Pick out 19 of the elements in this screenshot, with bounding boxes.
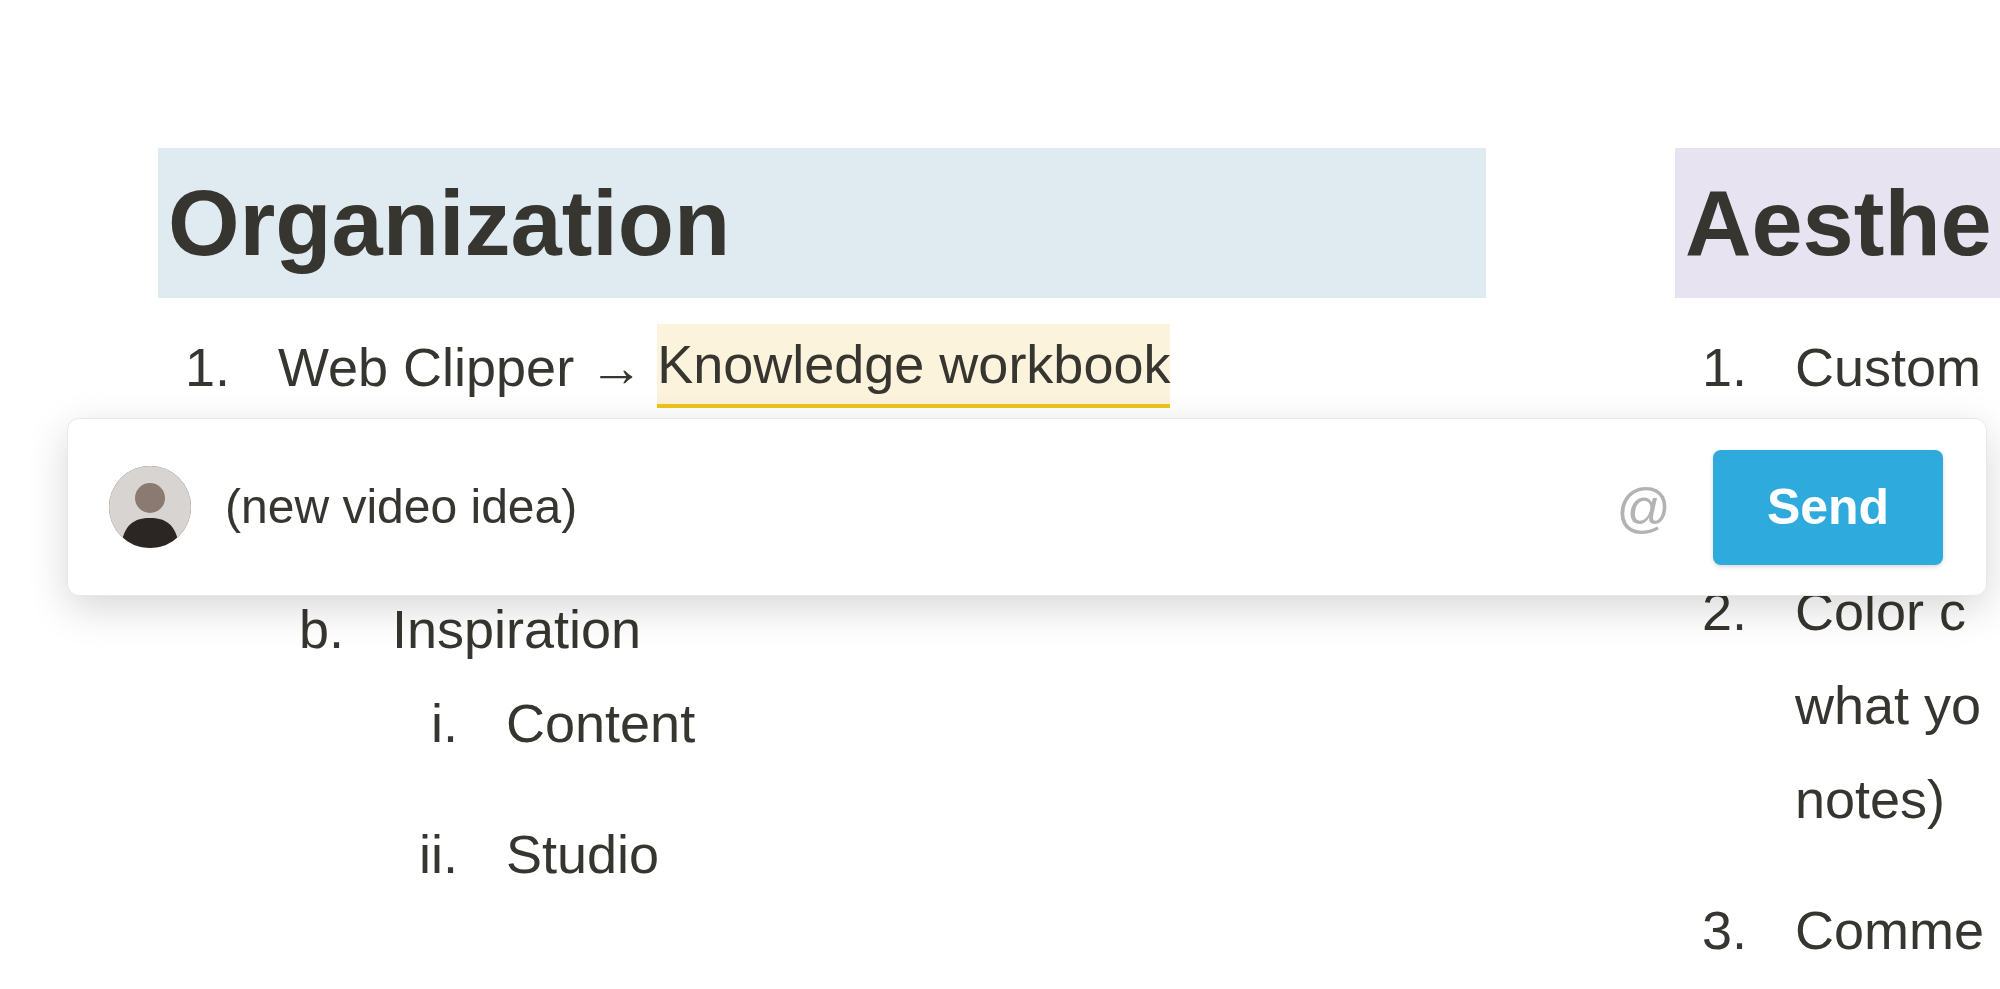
section-heading: Organization — [158, 148, 1486, 298]
list-item-text: Comme — [1795, 899, 1985, 962]
list-item-text: Studio — [506, 823, 660, 886]
list-item-text: what yo — [1795, 674, 1982, 737]
comment-box[interactable]: (new video idea) @ Send — [67, 418, 1987, 596]
list-item-text: Content — [506, 692, 696, 755]
section-heading: Aesthe — [1675, 148, 2000, 298]
list-item-text: Inspiration — [392, 598, 642, 661]
list-marker: b. — [297, 598, 344, 661]
list-marker: 3. — [1700, 899, 1747, 962]
highlighted-text: Knowledge workbook — [657, 324, 1171, 408]
list-item-text: Custom — [1795, 336, 1982, 399]
comment-input-field[interactable]: (new video idea) — [225, 471, 1617, 543]
list-item-text: Web Clipper → — [278, 336, 644, 399]
list-marker: ii. — [418, 823, 458, 886]
list-item-text: notes) — [1795, 768, 1947, 831]
list-marker: i. — [430, 692, 458, 755]
list-marker: 1. — [183, 336, 230, 399]
list-marker: 1. — [1700, 336, 1747, 399]
